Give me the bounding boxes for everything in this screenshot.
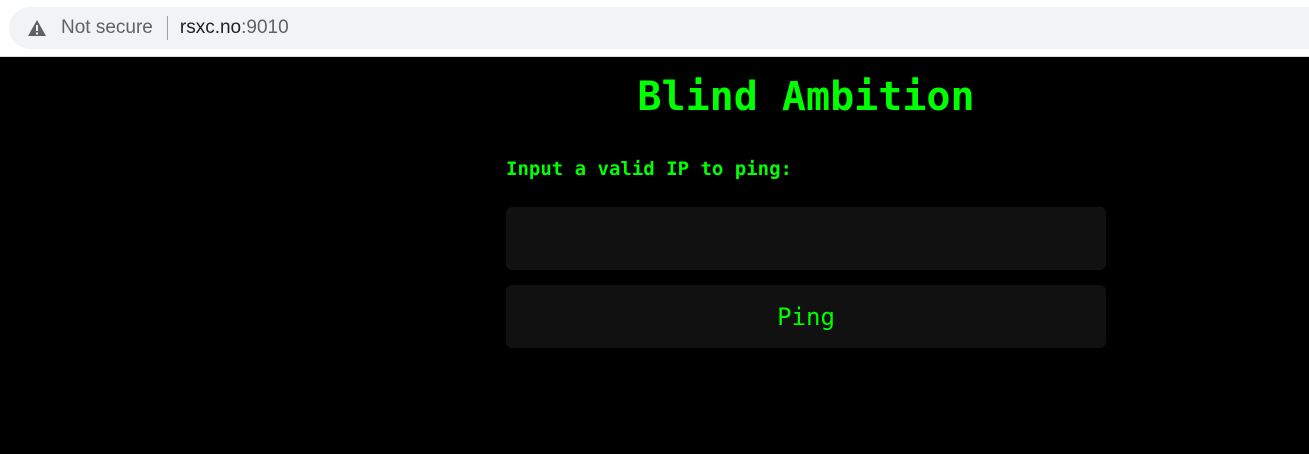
browser-toolbar: Not secure rsxc.no:9010: [0, 0, 1309, 57]
security-status-text[interactable]: Not secure: [61, 17, 153, 39]
address-bar[interactable]: Not secure rsxc.no:9010: [9, 7, 1309, 49]
page-content: Blind Ambition Input a valid IP to ping:…: [0, 58, 1309, 454]
url-port[interactable]: :9010: [241, 17, 289, 39]
address-bar-divider: [166, 16, 168, 40]
url-host[interactable]: rsxc.no: [180, 17, 241, 39]
ip-input[interactable]: [506, 207, 1106, 270]
ip-prompt-label: Input a valid IP to ping:: [506, 158, 792, 180]
warning-triangle-icon[interactable]: [27, 19, 47, 37]
page-title: Blind Ambition: [637, 74, 975, 120]
ping-button[interactable]: Ping: [506, 285, 1106, 348]
